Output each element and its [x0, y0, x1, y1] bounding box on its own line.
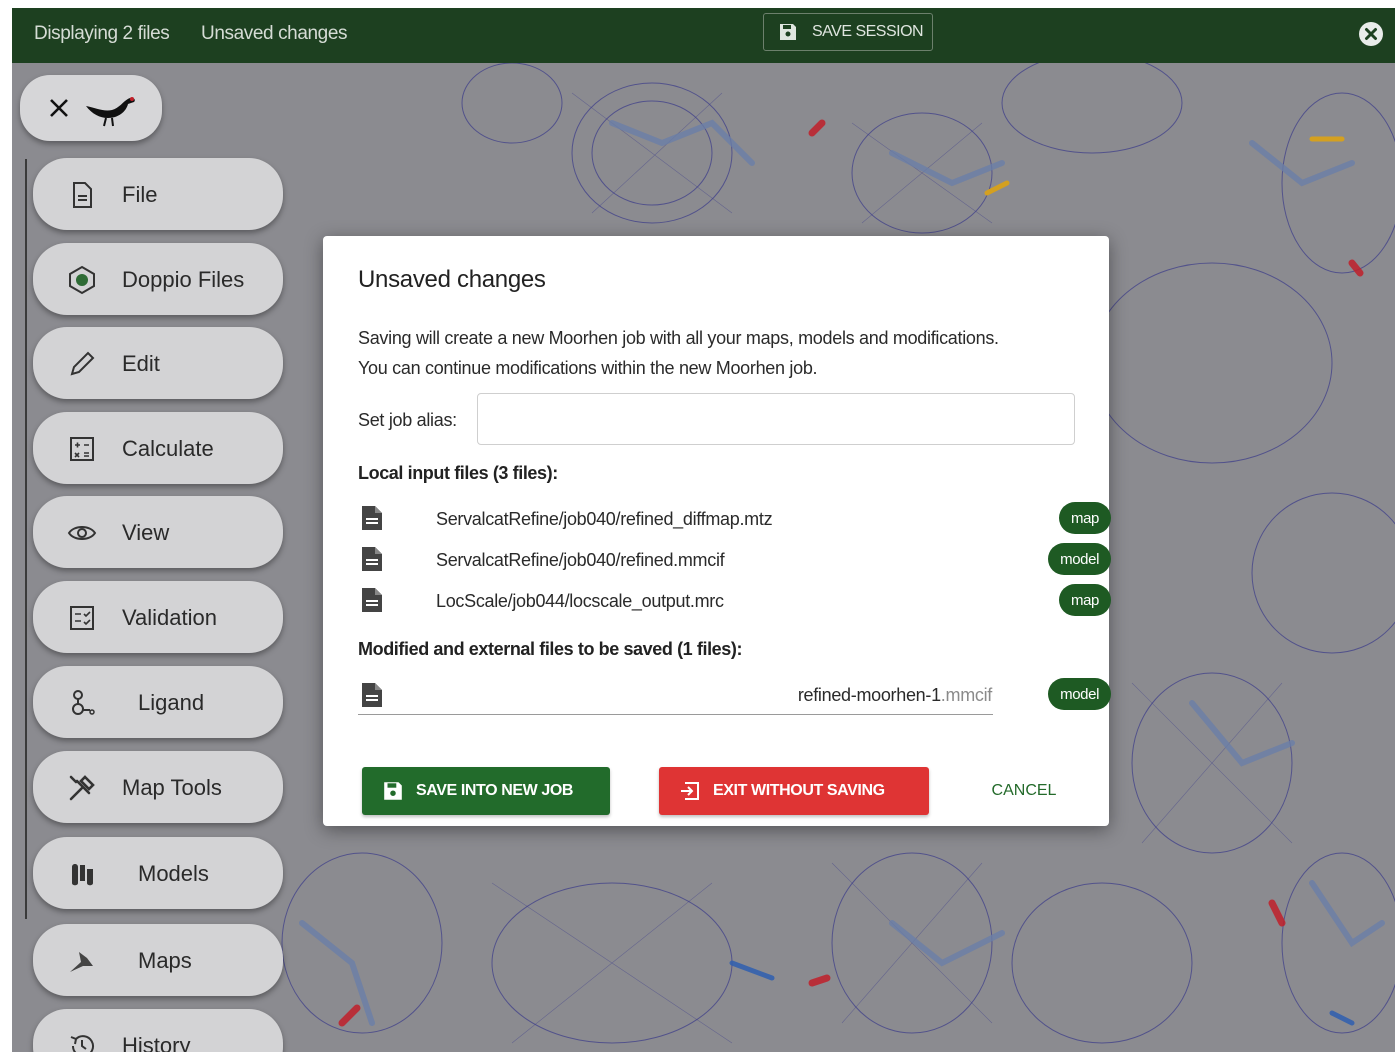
file-name-underline — [358, 714, 993, 715]
file-name: LocScale/job044/locscale_output.mrc — [436, 591, 724, 611]
dialog-title: Unsaved changes — [358, 266, 546, 293]
dialog-description-line-2: You can continue modifications within th… — [358, 358, 818, 378]
file-row: ServalcatRefine/job040/refined.mmcif mod… — [358, 542, 1111, 578]
exit-without-saving-button[interactable]: EXIT WITHOUT SAVING — [659, 767, 929, 815]
cancel-button[interactable]: CANCEL — [973, 767, 1075, 815]
file-row: ServalcatRefine/job040/refined_diffmap.m… — [358, 501, 1111, 537]
file-type-badge: model — [1048, 678, 1111, 710]
save-into-new-job-button[interactable]: SAVE INTO NEW JOB — [362, 767, 610, 815]
modified-file-name: refined-moorhen-1 — [797, 685, 941, 705]
file-icon — [362, 506, 382, 530]
modified-files-heading: Modified and external files to be saved … — [358, 639, 743, 659]
file-type-badge: model — [1048, 543, 1111, 575]
file-type-badge: map — [1059, 502, 1111, 534]
modified-file-name-field[interactable]: refined-moorhen-1.mmcif — [798, 685, 992, 706]
unsaved-changes-dialog: Unsaved changes Saving will create a new… — [323, 236, 1111, 826]
file-name: ServalcatRefine/job040/refined_diffmap.m… — [436, 509, 773, 529]
exit-button-label: EXIT WITHOUT SAVING — [713, 782, 885, 799]
exit-icon — [681, 782, 699, 800]
save-button-label: SAVE INTO NEW JOB — [416, 782, 574, 799]
file-row: LocScale/job044/locscale_output.mrc map — [358, 583, 1111, 619]
local-files-heading: Local input files (3 files): — [358, 463, 558, 483]
modified-file-row: refined-moorhen-1.mmcif model — [358, 674, 1111, 716]
modal-backdrop[interactable]: Unsaved changes Saving will create a new… — [0, 0, 1395, 1052]
dialog-description-line-1: Saving will create a new Moorhen job wit… — [358, 328, 999, 348]
file-icon — [362, 683, 382, 707]
job-alias-label: Set job alias: — [358, 410, 457, 430]
file-icon — [362, 547, 382, 571]
job-alias-input[interactable] — [477, 393, 1075, 445]
file-name: ServalcatRefine/job040/refined.mmcif — [436, 550, 725, 570]
file-icon — [362, 588, 382, 612]
modified-file-extension: .mmcif — [940, 685, 993, 705]
floppy-disk-icon — [384, 782, 402, 800]
file-type-badge: map — [1059, 584, 1111, 616]
